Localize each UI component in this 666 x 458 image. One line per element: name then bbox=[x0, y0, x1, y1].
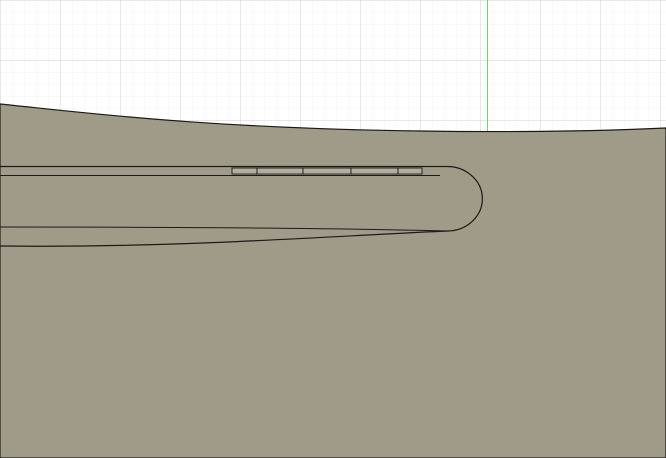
sketch-canvas[interactable] bbox=[0, 0, 666, 458]
cad-canvas-viewport[interactable] bbox=[0, 0, 666, 458]
segment-tab[interactable] bbox=[302, 167, 352, 175]
segment-tab[interactable] bbox=[397, 167, 423, 175]
segment-tab[interactable] bbox=[231, 167, 258, 175]
segment-tab[interactable] bbox=[350, 167, 399, 175]
segment-tab[interactable] bbox=[256, 167, 304, 175]
body-surface[interactable] bbox=[0, 103, 666, 458]
segment-tabs-group bbox=[231, 167, 423, 175]
